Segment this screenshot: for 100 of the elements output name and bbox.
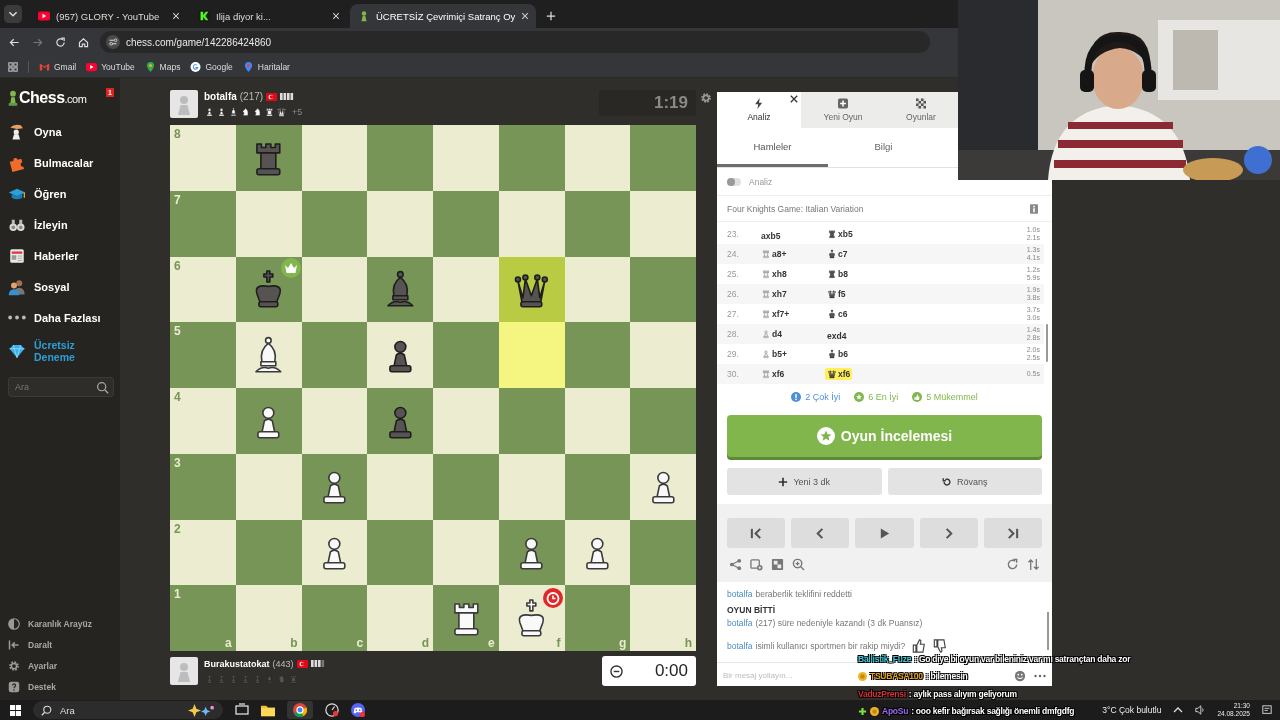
sidebar-footer-item[interactable]: Ayarlar	[8, 658, 120, 673]
add-board-icon[interactable]	[750, 557, 763, 571]
board-square[interactable]	[498, 519, 565, 586]
sidebar-item[interactable]: Ücretsiz Deneme	[8, 333, 78, 369]
move[interactable]: a8+	[759, 248, 789, 260]
board-square[interactable]	[235, 256, 302, 323]
share-icon[interactable]	[729, 557, 742, 571]
move[interactable]: d4	[759, 328, 784, 340]
site-settings-icon[interactable]	[106, 35, 120, 49]
panel-tab[interactable]: Yeni Oyun	[801, 92, 885, 128]
move-number: 26.	[727, 289, 740, 299]
close-tab-icon[interactable]	[332, 12, 340, 20]
player-name[interactable]: Burakustatokat	[204, 658, 270, 669]
move[interactable]: b5+	[759, 348, 789, 360]
player-name[interactable]: botalfa	[204, 91, 237, 102]
sidebar-item[interactable]: İzleyin	[8, 209, 120, 240]
zoom-icon[interactable]	[792, 557, 805, 571]
browser-tab[interactable]: (957) GLORY - YouTube	[30, 4, 188, 28]
first-move-button[interactable]	[727, 518, 786, 548]
username-link[interactable]: botalfa	[727, 641, 753, 651]
board-square[interactable]	[367, 322, 433, 388]
move[interactable]: xf7+	[759, 308, 792, 320]
close-tab-icon[interactable]	[172, 12, 180, 20]
thumbs-up-icon[interactable]	[912, 639, 927, 653]
subtab[interactable]: Bilgi	[828, 128, 939, 167]
bookmark[interactable]: Maps	[144, 61, 181, 72]
move[interactable]: xb5	[825, 228, 855, 240]
sidebar-footer-item[interactable]: Daralt	[8, 637, 120, 652]
close-icon[interactable]	[790, 95, 798, 103]
sidebar-item[interactable]: Öğren	[8, 178, 120, 209]
settings-icon[interactable]	[700, 92, 712, 104]
board-square[interactable]	[564, 519, 631, 586]
bookmark[interactable]: Haritalar	[242, 61, 290, 72]
highlighted-square[interactable]	[498, 256, 565, 323]
apps-grid-icon[interactable]	[8, 61, 18, 72]
move[interactable]: b8	[825, 268, 850, 280]
panel-tab[interactable]: Analiz	[717, 92, 801, 128]
speaker-icon[interactable]	[1195, 705, 1206, 715]
sidebar-item[interactable]: Haberler	[8, 240, 120, 271]
search-field[interactable]: Ara	[33, 701, 223, 719]
new-tab-icon[interactable]	[546, 11, 556, 21]
refresh-icon[interactable]	[1006, 557, 1019, 571]
board-square[interactable]	[301, 453, 368, 520]
book-icon[interactable]	[1030, 203, 1038, 214]
move[interactable]: c6	[825, 308, 850, 320]
start-icon[interactable]	[10, 704, 21, 716]
flip-board-icon[interactable]	[1027, 557, 1040, 571]
reload-icon[interactable]	[54, 35, 67, 49]
sidebar-item[interactable]: Daha Fazlası	[8, 302, 120, 333]
sidebar-footer-item[interactable]: Karanlık Arayüz	[8, 616, 120, 631]
play-button[interactable]	[855, 518, 914, 548]
board-square[interactable]	[235, 388, 302, 454]
sidebar-item[interactable]: Oyna	[8, 116, 120, 147]
emoji-icon[interactable]	[1014, 669, 1026, 682]
panel-tab[interactable]: Oyunlar	[885, 92, 957, 128]
subtab[interactable]: Hamleler	[717, 128, 828, 167]
board-square[interactable]	[235, 322, 302, 388]
username-link[interactable]: botalfa	[727, 588, 753, 599]
last-move-button[interactable]	[983, 518, 1042, 548]
new-game-button[interactable]: Yeni 3 dk	[727, 468, 882, 495]
board-image-icon[interactable]	[771, 557, 784, 571]
game-controller-icon[interactable]	[351, 703, 365, 717]
search-icon[interactable]	[96, 380, 109, 394]
move[interactable]: exd4	[825, 330, 849, 342]
analysis-toggle[interactable]	[727, 177, 741, 186]
move[interactable]: xf6	[825, 368, 853, 380]
notification-icon[interactable]	[1262, 705, 1272, 715]
chess-logo-text[interactable]: Chess.com	[19, 89, 87, 107]
move[interactable]: xh7	[759, 288, 789, 300]
task-view-icon[interactable]	[235, 703, 249, 717]
bookmark[interactable]: Google	[190, 61, 233, 72]
address-bar[interactable]: chess.com/game/142286424860	[100, 31, 930, 53]
board-square[interactable]	[301, 519, 368, 586]
sidebar-footer-item[interactable]: Destek	[8, 679, 120, 694]
browser-taskbar-button[interactable]	[287, 701, 313, 719]
home-icon[interactable]	[77, 35, 90, 49]
username-link[interactable]: botalfa	[727, 617, 753, 628]
weather-text[interactable]: 3°C Çok bulutlu	[1102, 705, 1162, 715]
board-square[interactable]	[367, 256, 433, 323]
close-tab-icon[interactable]	[521, 12, 530, 20]
sidebar-item[interactable]: Sosyal	[8, 271, 120, 302]
move[interactable]: xh8	[759, 268, 789, 280]
chevron-up-icon[interactable]	[1173, 705, 1184, 715]
tab-search-button[interactable]	[4, 5, 22, 23]
browser-tab[interactable]: ÜCRETSİZ Çevrimiçi Satranç Oy	[350, 4, 536, 28]
move[interactable]: xf6	[759, 368, 787, 380]
move[interactable]: c7	[825, 248, 850, 260]
more-icon[interactable]	[1034, 673, 1046, 678]
rematch-button[interactable]: Rövanş	[887, 468, 1042, 495]
move[interactable]: axb5	[759, 230, 783, 242]
move[interactable]: b6	[825, 348, 850, 360]
folder-icon[interactable]	[261, 703, 275, 717]
bookmark[interactable]: Gmail	[39, 61, 77, 72]
speedometer-icon[interactable]	[325, 703, 339, 717]
thumbs-down-icon[interactable]	[933, 639, 948, 653]
sidebar-item[interactable]: Bulmacalar	[8, 147, 120, 178]
board-square[interactable]	[630, 453, 696, 520]
move[interactable]: f5	[825, 288, 848, 300]
bookmark[interactable]: YouTube	[86, 61, 135, 72]
browser-tab[interactable]: Ilija diyor ki...	[190, 4, 348, 28]
